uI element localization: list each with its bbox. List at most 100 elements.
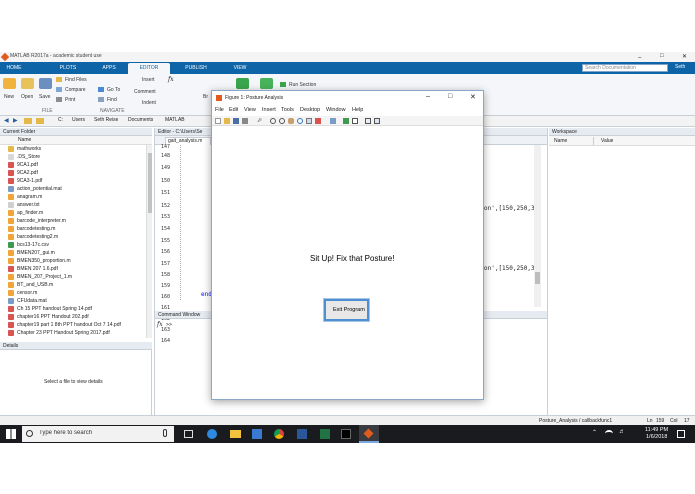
show-hidden-icons-icon[interactable]: ⌃ — [592, 429, 597, 436]
find-files-button[interactable]: Find Files — [65, 77, 87, 83]
path-segment-drive[interactable]: C: — [58, 117, 63, 123]
list-item[interactable]: action_potential.mat — [0, 185, 152, 193]
link-plot-icon[interactable] — [330, 118, 336, 124]
list-item[interactable]: censor.m — [0, 289, 152, 297]
list-item[interactable]: mathworks — [0, 145, 152, 153]
brush-icon[interactable] — [315, 118, 321, 124]
tab-plots[interactable]: PLOTS — [46, 63, 90, 74]
tab-publish[interactable]: PUBLISH — [176, 63, 216, 74]
workspace-name-header[interactable]: Name — [554, 138, 567, 144]
find-button[interactable]: Find — [107, 97, 117, 103]
file-list-scrollbar[interactable] — [146, 145, 152, 338]
run-advance-icon[interactable] — [260, 78, 273, 89]
menu-edit[interactable]: Edit — [229, 107, 238, 113]
folder-up-icon[interactable] — [24, 118, 32, 124]
list-item[interactable]: anagram.m — [0, 193, 152, 201]
list-item[interactable]: answer.txt — [0, 201, 152, 209]
legend-icon[interactable] — [352, 118, 358, 124]
task-view-icon[interactable] — [184, 430, 193, 438]
close-icon[interactable]: ✕ — [682, 53, 687, 60]
colorbar-icon[interactable] — [343, 118, 349, 124]
figure-maximize-icon[interactable]: □ — [448, 93, 452, 100]
list-item[interactable]: .DS_Store — [0, 153, 152, 161]
list-item[interactable]: CFUdata.mat — [0, 297, 152, 305]
volume-icon[interactable]: ♬ — [619, 429, 625, 435]
list-item[interactable]: BMEN 207 1.6.pdf — [0, 265, 152, 273]
save-icon[interactable] — [39, 78, 52, 89]
new-figure-icon[interactable] — [215, 118, 221, 124]
forward-arrow-icon[interactable]: ▶ — [13, 117, 18, 124]
network-icon[interactable] — [605, 430, 613, 437]
path-segment-user[interactable]: Seth Reise — [94, 117, 118, 123]
compare-button[interactable]: Compare — [65, 87, 86, 93]
taskbar-time[interactable]: 11:49 PM — [645, 427, 668, 433]
open-file-icon[interactable] — [224, 118, 230, 124]
path-segment-matlab[interactable]: MATLAB — [165, 117, 185, 123]
indent-button[interactable]: Indent — [142, 100, 156, 106]
microphone-icon[interactable] — [163, 429, 167, 437]
pointer-icon[interactable]: ⬀ — [257, 117, 262, 124]
show-plot-tools-icon[interactable] — [374, 118, 380, 124]
list-item[interactable]: BT_and_USB.m — [0, 281, 152, 289]
save-figure-icon[interactable] — [233, 118, 239, 124]
list-item[interactable]: BMEN_207_Project_1.m — [0, 273, 152, 281]
search-documentation-input[interactable]: Search Documentation — [582, 64, 668, 72]
run-section-button[interactable]: Run Section — [289, 82, 316, 88]
list-item[interactable]: 9CA1.pdf — [0, 161, 152, 169]
menu-view[interactable]: View — [244, 107, 256, 113]
list-item[interactable]: barcodetesting.m — [0, 225, 152, 233]
store-icon[interactable] — [252, 429, 262, 439]
list-item[interactable]: chapter16 PPT Handout 202.pdf — [0, 313, 152, 321]
menu-file[interactable]: File — [215, 107, 224, 113]
open-folder-icon[interactable] — [21, 78, 34, 89]
list-item[interactable]: BMEN350_proportion.m — [0, 257, 152, 265]
tab-editor[interactable]: EDITOR — [128, 63, 170, 74]
maximize-icon[interactable]: □ — [660, 53, 664, 59]
comment-button[interactable]: Comment — [134, 89, 156, 95]
new-file-icon[interactable] — [3, 78, 16, 89]
save-button[interactable]: Save — [39, 94, 50, 100]
taskbar-date[interactable]: 1/6/2018 — [646, 434, 667, 440]
command-prompt[interactable]: >> — [166, 322, 172, 328]
tab-view[interactable]: VIEW — [226, 63, 254, 74]
taskbar-search-box[interactable]: Type here to search — [22, 426, 174, 442]
list-item[interactable]: 9CA2.pdf — [0, 169, 152, 177]
new-button[interactable]: New — [4, 94, 14, 100]
menu-desktop[interactable]: Desktop — [300, 107, 320, 113]
user-name[interactable]: Seth — [675, 64, 685, 70]
tab-home[interactable]: HOME — [0, 63, 28, 74]
list-item[interactable]: ap_finder.m — [0, 209, 152, 217]
fx-icon[interactable]: fx — [168, 76, 174, 83]
chrome-icon[interactable] — [274, 429, 284, 439]
excel-icon[interactable] — [320, 429, 330, 439]
scrollbar-thumb[interactable] — [535, 272, 540, 284]
edge-icon[interactable] — [207, 429, 217, 439]
list-item[interactable]: bcs13-17c.csv — [0, 241, 152, 249]
insert-button[interactable]: Insert — [142, 77, 155, 83]
go-to-button[interactable]: Go To — [107, 87, 120, 93]
browse-folder-icon[interactable] — [36, 118, 44, 124]
run-icon[interactable] — [236, 78, 249, 89]
menu-tools[interactable]: Tools — [281, 107, 294, 113]
list-item[interactable]: barcode_interpreter.m — [0, 217, 152, 225]
notifications-icon[interactable] — [677, 430, 685, 438]
rotate-icon[interactable] — [297, 118, 303, 124]
scrollbar-thumb[interactable] — [148, 153, 152, 213]
zoom-out-icon[interactable] — [279, 118, 285, 124]
list-item[interactable]: 9CA3-1.pdf — [0, 177, 152, 185]
command-prompt-icon[interactable] — [341, 429, 351, 439]
list-item[interactable]: barcodetesting2.m — [0, 233, 152, 241]
name-column-header[interactable]: Name — [18, 137, 31, 143]
matlab-taskbar-item[interactable] — [359, 425, 379, 443]
workspace-value-header[interactable]: Value — [601, 138, 613, 144]
list-item[interactable]: chapter19 part 1 8th PPT handout Oct 7 1… — [0, 321, 152, 329]
list-item[interactable]: BMEN207_gui.m — [0, 249, 152, 257]
windows-start-icon[interactable] — [6, 429, 16, 439]
zoom-in-icon[interactable] — [270, 118, 276, 124]
file-explorer-icon[interactable] — [230, 430, 241, 438]
data-cursor-icon[interactable] — [306, 118, 312, 124]
figure-close-icon[interactable]: ✕ — [470, 93, 476, 101]
editor-tab-gait-analysis[interactable]: gait_analysis.m — [165, 137, 211, 145]
menu-window[interactable]: Window — [326, 107, 346, 113]
menu-insert[interactable]: Insert — [262, 107, 276, 113]
